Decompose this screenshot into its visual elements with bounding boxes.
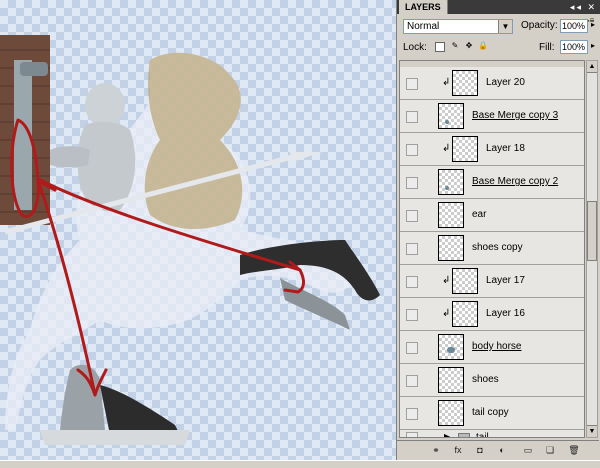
layer-thumbnail[interactable] <box>438 202 464 228</box>
layer-group-row[interactable]: ▶ tail <box>400 430 584 437</box>
scroll-thumb[interactable] <box>587 201 597 261</box>
scroll-up-icon[interactable]: ▲ <box>587 61 597 73</box>
link-layers-icon[interactable]: ⚭ <box>429 444 443 456</box>
layer-name[interactable]: Base Merge copy 3 <box>472 110 558 121</box>
layer-thumbnail[interactable] <box>438 367 464 393</box>
layer-thumbnail[interactable] <box>438 334 464 360</box>
layer-row[interactable]: Base Merge copy 3 <box>400 100 584 133</box>
lock-fill-row: Lock: ✎ ✥ 🔒 Fill: 100% ▸ <box>401 40 597 58</box>
opacity-label: Opacity: <box>521 20 558 31</box>
layer-thumbnail[interactable] <box>452 70 478 96</box>
layer-row[interactable]: body horse <box>400 331 584 364</box>
document-canvas[interactable] <box>0 0 396 460</box>
horse-neck <box>144 52 243 230</box>
blend-mode-value: Normal <box>407 21 440 32</box>
layer-row[interactable]: shoes copy <box>400 232 584 265</box>
layer-row[interactable]: ↲ Layer 20 <box>400 67 584 100</box>
layer-row[interactable]: ↲ Layer 16 <box>400 298 584 331</box>
layer-thumbnail[interactable] <box>438 235 464 261</box>
folder-icon <box>458 433 470 437</box>
group-name[interactable]: tail <box>476 432 489 437</box>
layer-thumbnail[interactable] <box>438 169 464 195</box>
layers-list[interactable]: ↲ Layer 20 Base Merge copy 3 ↲ Layer 18 Base … <box>399 60 585 438</box>
panel-titlebar[interactable]: LAYERS ◂◂ ✕ <box>397 0 600 14</box>
scroll-down-icon[interactable]: ▼ <box>587 425 597 437</box>
layer-thumbnail[interactable] <box>452 136 478 162</box>
visibility-toggle-icon[interactable] <box>406 177 418 189</box>
clipping-link-icon: ↲ <box>442 77 451 88</box>
opacity-slider-arrow-icon[interactable]: ▸ <box>589 20 597 29</box>
layer-row[interactable]: Base Merge copy 2 <box>400 166 584 199</box>
layer-name[interactable]: shoes <box>472 374 499 385</box>
blend-opacity-row: Normal ▼ Opacity: 100% ▸ <box>401 19 597 37</box>
canvas-artwork <box>0 35 380 445</box>
visibility-toggle-icon[interactable] <box>406 243 418 255</box>
visibility-toggle-icon[interactable] <box>406 342 418 354</box>
lock-position-icon[interactable]: ✥ <box>464 42 474 52</box>
layer-name[interactable]: Layer 20 <box>486 77 525 88</box>
visibility-toggle-icon[interactable] <box>406 210 418 222</box>
layer-name[interactable]: Layer 17 <box>486 275 525 286</box>
new-layer-icon[interactable]: ❏ <box>543 444 557 456</box>
fill-label: Fill: <box>539 42 555 53</box>
layer-name[interactable]: Base Merge copy 2 <box>472 176 558 187</box>
visibility-toggle-icon[interactable] <box>406 408 418 420</box>
panel-window-buttons[interactable]: ◂◂ ✕ <box>570 2 597 13</box>
layer-row[interactable]: shoes <box>400 364 584 397</box>
lock-transparency-icon[interactable] <box>435 42 445 52</box>
visibility-toggle-icon[interactable] <box>406 276 418 288</box>
layer-thumbnail[interactable] <box>452 301 478 327</box>
fill-slider-arrow-icon[interactable]: ▸ <box>589 41 597 50</box>
clipping-link-icon: ↲ <box>442 308 451 319</box>
layer-row[interactable]: ↲ Layer 17 <box>400 265 584 298</box>
layer-row[interactable]: ↲ Layer 18 <box>400 133 584 166</box>
visibility-toggle-icon[interactable] <box>406 309 418 321</box>
trash-icon[interactable]: 🗑 <box>567 444 581 456</box>
layer-thumbnail[interactable] <box>438 400 464 426</box>
clipping-link-icon: ↲ <box>442 275 451 286</box>
layer-name[interactable]: tail copy <box>472 407 509 418</box>
layer-name[interactable]: shoes copy <box>472 242 523 253</box>
layer-name[interactable]: ear <box>472 209 486 220</box>
layers-tab[interactable]: LAYERS <box>399 0 448 14</box>
layers-panel: LAYERS ◂◂ ✕ ▸≡ Normal ▼ Opacity: 100% ▸ … <box>396 0 600 460</box>
clipping-link-icon: ↲ <box>442 143 451 154</box>
layer-name[interactable]: Layer 18 <box>486 143 525 154</box>
new-group-icon[interactable]: ▭ <box>521 444 535 456</box>
chevron-down-icon[interactable]: ▼ <box>498 20 512 33</box>
visibility-toggle-icon[interactable] <box>406 78 418 90</box>
fill-field[interactable]: 100% <box>560 40 588 54</box>
layer-row[interactable]: tail copy <box>400 397 584 430</box>
visibility-toggle-icon[interactable] <box>406 375 418 387</box>
layer-thumbnail[interactable] <box>438 103 464 129</box>
lock-brush-icon[interactable]: ✎ <box>450 42 460 52</box>
adjustment-icon[interactable]: ◐ <box>495 444 509 456</box>
lock-all-icon[interactable]: 🔒 <box>478 42 488 52</box>
layers-scrollbar[interactable]: ▲ ▼ <box>586 60 598 438</box>
layer-name[interactable]: body horse <box>472 341 521 352</box>
layer-row[interactable]: ear <box>400 199 584 232</box>
visibility-toggle-icon[interactable] <box>406 111 418 123</box>
visibility-toggle-icon[interactable] <box>406 432 418 437</box>
visibility-toggle-icon[interactable] <box>406 144 418 156</box>
layer-name[interactable]: Layer 16 <box>486 308 525 319</box>
opacity-field[interactable]: 100% <box>560 19 588 33</box>
expand-triangle-icon[interactable]: ▶ <box>444 432 450 437</box>
layer-thumbnail[interactable] <box>452 268 478 294</box>
panel-footer: ⚭ fx ◘ ◐ ▭ ❏ 🗑 <box>397 440 599 459</box>
knight-helmet <box>85 83 125 127</box>
mask-icon[interactable]: ◘ <box>473 444 487 456</box>
blend-mode-select[interactable]: Normal ▼ <box>403 19 513 34</box>
lock-label: Lock: <box>403 42 427 53</box>
fx-icon[interactable]: fx <box>451 444 465 456</box>
